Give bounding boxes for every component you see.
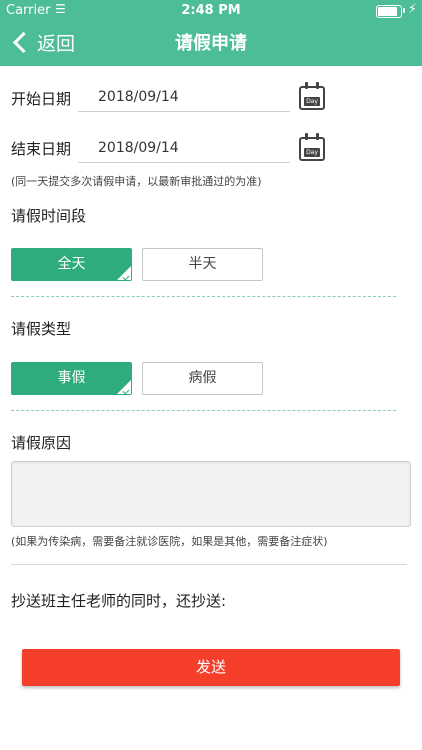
date-hint: (同一天提交多次请假申请，以最新审批通过的为准): [11, 175, 262, 188]
status-time: 2:48 PM: [181, 3, 241, 18]
calendar-day-text: Day: [304, 97, 320, 106]
type-label: 请假类型: [11, 320, 72, 338]
type-option-label: 病假: [188, 370, 217, 386]
period-label: 请假时间段: [11, 207, 87, 225]
type-option-sick[interactable]: 病假: [142, 362, 263, 395]
end-date-field[interactable]: 2018/09/14: [78, 133, 290, 163]
battery-tip: [403, 8, 405, 13]
end-date-label: 结束日期: [11, 140, 72, 158]
period-option-half-day[interactable]: 半天: [142, 248, 263, 281]
reason-textarea[interactable]: [11, 461, 411, 527]
start-date-label: 开始日期: [11, 90, 72, 108]
type-option-label: 事假: [57, 370, 86, 386]
period-option-full-day[interactable]: 全天: [11, 248, 132, 281]
reason-label: 请假原因: [11, 434, 72, 452]
charging-icon: ⚡: [407, 2, 417, 17]
page-title: 请假申请: [175, 33, 247, 54]
start-date-field[interactable]: 2018/09/14: [78, 82, 290, 112]
status-bar: Carrier ☰ 2:48 PM ⚡: [0, 0, 422, 22]
section-divider: [11, 410, 396, 411]
start-calendar-icon[interactable]: Day: [299, 82, 325, 110]
reason-hint: (如果为传染病，需要备注就诊医院，如果是其他，需要备注症状): [11, 535, 328, 548]
period-option-label: 半天: [188, 256, 217, 272]
section-divider: [11, 296, 396, 297]
battery-icon: [376, 5, 402, 18]
calendar-day-text: Day: [304, 148, 320, 157]
submit-button[interactable]: 发送: [22, 649, 400, 686]
cc-label: 抄送班主任老师的同时，还抄送:: [11, 592, 227, 610]
period-option-label: 全天: [57, 256, 86, 272]
section-divider: [11, 564, 407, 565]
nav-header: Carrier ☰ 2:48 PM ⚡ 返回 请假申请: [0, 0, 422, 66]
end-calendar-icon[interactable]: Day: [299, 133, 325, 161]
type-option-personal[interactable]: 事假: [11, 362, 132, 395]
